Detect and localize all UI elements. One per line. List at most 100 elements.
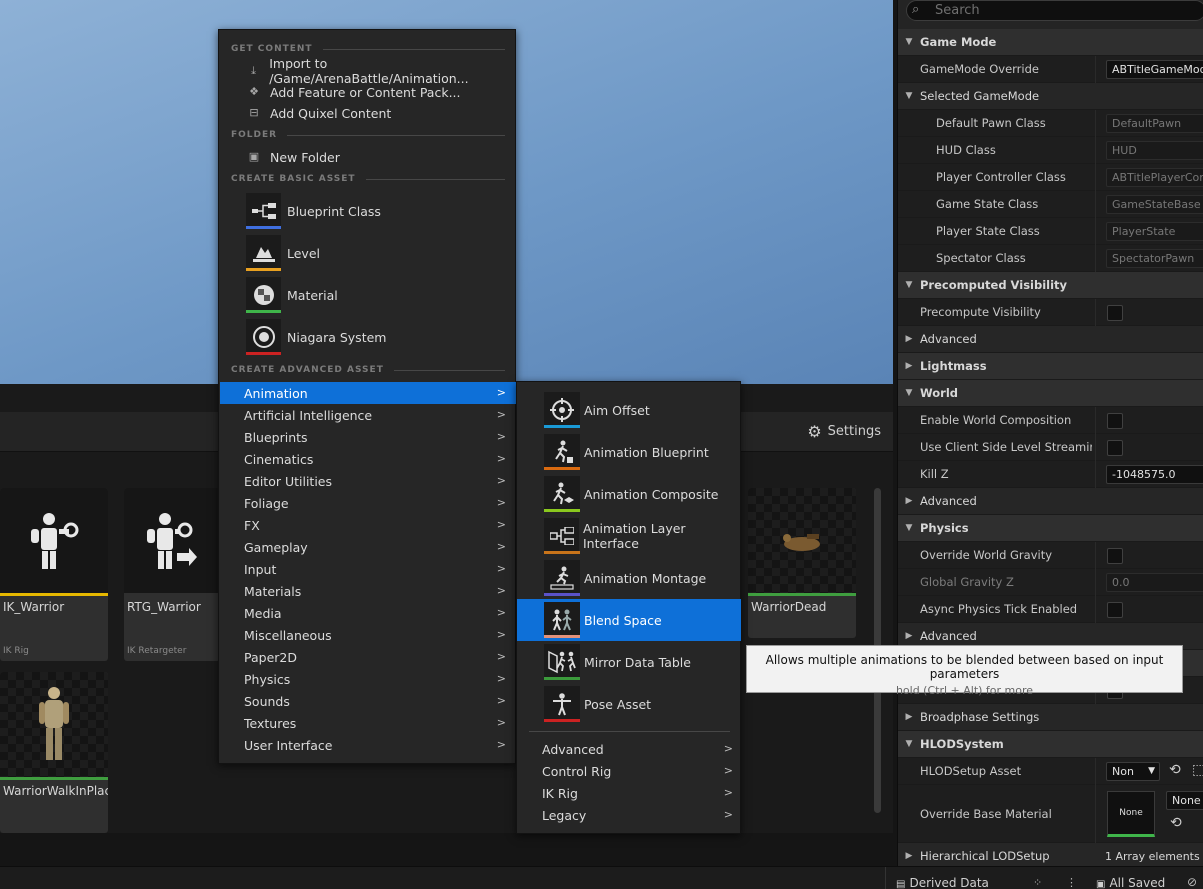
submenu-blueprints[interactable]: Blueprints > [220, 426, 516, 448]
asset-tile[interactable]: WarriorDead [748, 488, 856, 638]
chevron-right-icon: > [496, 518, 506, 531]
submenu-paper2d[interactable]: Paper2D > [220, 646, 516, 668]
submenu-advanced[interactable]: Advanced > [517, 738, 741, 760]
default-pawn-dropdown[interactable]: DefaultPawn [1106, 114, 1203, 133]
menu-item-aim-offset[interactable]: Aim Offset [517, 389, 741, 431]
menu-item-material[interactable]: Material [246, 277, 338, 313]
menu-item-blend-space[interactable]: Blend Space [517, 599, 741, 641]
chevron-right-icon: > [496, 716, 506, 729]
category-hierarchical-lod[interactable]: ▶ Hierarchical LODSetup 1 Array elements [898, 843, 1203, 866]
chevron-right-icon: > [496, 628, 506, 641]
menu-item-level[interactable]: Level [246, 235, 320, 271]
global-gravity-input[interactable]: 0.0 [1106, 573, 1203, 592]
blend-space-tooltip: Allows multiple animations to be blended… [746, 645, 1183, 697]
submenu-textures[interactable]: Textures > [220, 712, 516, 734]
settings-button[interactable]: ⚙ Settings [807, 422, 881, 441]
menu-item-blueprint-class[interactable]: Blueprint Class [246, 193, 381, 229]
category-game-mode[interactable]: ▼ Game Mode [898, 29, 1203, 56]
menu-item-add-quixel[interactable]: ⊟ Add Quixel Content [220, 102, 516, 124]
material-thumbnail[interactable]: None [1107, 791, 1155, 837]
reset-arrow-icon[interactable]: ⟲ [1169, 762, 1181, 778]
reset-arrow-icon[interactable]: ⟲ [1170, 815, 1182, 831]
menu-item-new-folder[interactable]: ▣ New Folder [220, 146, 516, 168]
menu-item-import[interactable]: ⤓ Import to /Game/ArenaBattle/Animation..… [220, 56, 516, 86]
category-precomputed-visibility[interactable]: ▼ Precomputed Visibility [898, 272, 1203, 299]
category-physics[interactable]: ▼ Physics [898, 515, 1203, 542]
tooltip-text: Allows multiple animations to be blended… [765, 653, 1164, 681]
settings-label: Settings [827, 424, 881, 439]
submenu-cinematics[interactable]: Cinematics > [220, 448, 516, 470]
derived-data-button[interactable]: ▤ Derived Data [896, 876, 989, 889]
category-world[interactable]: ▼ World [898, 380, 1203, 407]
layer-interface-icon [544, 518, 580, 554]
feature-pack-icon: ❖ [249, 85, 259, 98]
submenu-control-rig[interactable]: Control Rig > [517, 760, 741, 782]
precompute-visibility-checkbox[interactable] [1107, 305, 1123, 321]
player-controller-dropdown[interactable]: ABTitlePlayerController [1106, 168, 1203, 187]
submenu-gameplay[interactable]: Gameplay > [220, 536, 516, 558]
all-saved-button[interactable]: ▣ All Saved [1096, 876, 1165, 889]
asset-tile[interactable]: RTG_Warrior IK Retargeter [124, 488, 220, 661]
submenu-fx[interactable]: FX > [220, 514, 516, 536]
create-asset-menu: GET CONTENT ⤓ Import to /Game/ArenaBattle… [218, 29, 516, 764]
menu-item-mirror-data-table[interactable]: Mirror Data Table [517, 641, 741, 683]
spectator-class-dropdown[interactable]: SpectatorPawn [1106, 249, 1203, 268]
player-state-dropdown[interactable]: PlayerState [1106, 222, 1203, 241]
tooltip-hint: hold (Ctrl + Alt) for more [895, 684, 1034, 697]
asset-tile[interactable]: WarriorWalkInPlace [0, 672, 108, 833]
submenu-physics[interactable]: Physics > [220, 668, 516, 690]
submenu-editor-utilities[interactable]: Editor Utilities > [220, 470, 516, 492]
dead-warrior-figure [783, 533, 820, 551]
section-header-folder: FOLDER [231, 130, 505, 140]
client-streaming-checkbox[interactable] [1107, 440, 1123, 456]
animation-submenu: Aim Offset Animation Blueprint Animation… [516, 381, 741, 834]
submenu-foliage[interactable]: Foliage > [220, 492, 516, 514]
submenu-materials[interactable]: Materials > [220, 580, 516, 602]
override-gravity-checkbox[interactable] [1107, 548, 1123, 564]
chevron-right-icon: > [496, 584, 506, 597]
expand-arrow-icon: ▶ [905, 334, 913, 344]
property-global-gravity-z: Global Gravity Z 0.0 [898, 569, 1203, 596]
submenu-animation[interactable]: Animation > [220, 382, 516, 404]
section-header-get-content: GET CONTENT [231, 44, 505, 54]
animation-blueprint-icon [544, 434, 580, 470]
menu-item-animation-composite[interactable]: Animation Composite [517, 473, 741, 515]
category-advanced[interactable]: ▶ Advanced [898, 488, 1203, 515]
submenu-sounds[interactable]: Sounds > [220, 690, 516, 712]
submenu-input[interactable]: Input > [220, 558, 516, 580]
menu-item-animation-montage[interactable]: Animation Montage [517, 557, 741, 599]
category-hlod-system[interactable]: ▼ HLODSystem [898, 731, 1203, 758]
menu-item-animation-blueprint[interactable]: Animation Blueprint [517, 431, 741, 473]
ik-retargeter-thumbnail [124, 488, 220, 593]
submenu-media[interactable]: Media > [220, 602, 516, 624]
submenu-miscellaneous[interactable]: Miscellaneous > [220, 624, 516, 646]
menu-item-add-feature[interactable]: ❖ Add Feature or Content Pack... [220, 81, 516, 103]
category-advanced[interactable]: ▶ Advanced [898, 326, 1203, 353]
world-composition-checkbox[interactable] [1107, 413, 1123, 429]
submenu-ik-rig[interactable]: IK Rig > [517, 782, 741, 804]
category-broadphase[interactable]: ▶ Broadphase Settings [898, 704, 1203, 731]
submenu-artificial-intelligence[interactable]: Artificial Intelligence > [220, 404, 516, 426]
source-control-icon[interactable]: ⁘ [1033, 876, 1042, 889]
menu-item-animation-layer-interface[interactable]: Animation Layer Interface [517, 515, 741, 557]
submenu-legacy[interactable]: Legacy > [517, 804, 741, 826]
browse-icon[interactable]: ⬚ [1192, 762, 1203, 778]
asset-tile[interactable]: IK_Warrior IK Rig [0, 488, 108, 661]
hlod-setup-dropdown[interactable]: Non ▼ [1106, 762, 1160, 781]
ik-rig-thumbnail [0, 488, 108, 593]
menu-item-pose-asset[interactable]: Pose Asset [517, 683, 741, 725]
kill-z-input[interactable]: -1048575.0 [1106, 465, 1203, 484]
game-state-dropdown[interactable]: GameStateBase [1106, 195, 1203, 214]
hud-class-dropdown[interactable]: HUD [1106, 141, 1203, 160]
revision-control-icon[interactable]: ⊘ [1187, 875, 1197, 889]
category-selected-gamemode[interactable]: ▼ Selected GameMode [898, 83, 1203, 110]
material-dropdown[interactable]: None [1166, 791, 1203, 810]
gamemode-override-dropdown[interactable]: ABTitleGameMode [1106, 60, 1203, 79]
search-input[interactable]: Search [906, 0, 1203, 21]
async-physics-checkbox[interactable] [1107, 602, 1123, 618]
submenu-user-interface[interactable]: User Interface > [220, 734, 516, 756]
menu-item-niagara-system[interactable]: Niagara System [246, 319, 386, 355]
category-lightmass[interactable]: ▶ Lightmass [898, 353, 1203, 380]
property-gamemode-override: GameMode OverrideABTitleGameMode [898, 56, 1203, 83]
more-options-icon[interactable]: ⋮ [1066, 876, 1077, 889]
